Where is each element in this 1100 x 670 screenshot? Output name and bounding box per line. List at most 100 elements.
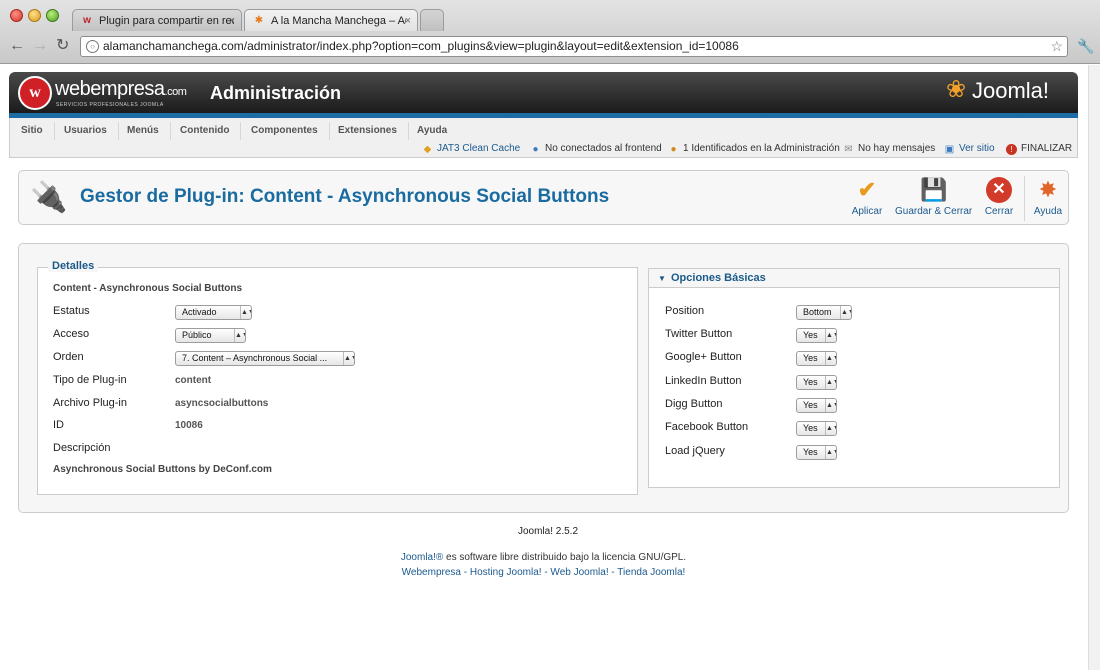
tab-title: Plugin para compartir en red — [99, 15, 234, 27]
details-fieldset: Detalles Content - Asynchronous Social B… — [37, 260, 638, 495]
plugin-name: Content - Asynchronous Social Buttons — [53, 283, 243, 294]
menu-menus[interactable]: Menús — [116, 122, 171, 140]
linkedin-button-select[interactable]: Yes ▲▼ — [796, 375, 837, 390]
digg-button-select[interactable]: Yes ▲▼ — [796, 398, 837, 413]
brand-subtitle: SERVICIOS PROFESIONALES JOOMLA — [56, 102, 164, 108]
license-text: Joomla!® es software libre distribuido b… — [0, 552, 1087, 563]
description-label: Descripción — [53, 442, 111, 454]
wrench-icon[interactable]: 🔧 — [1077, 38, 1094, 55]
joomla-favicon-icon: ✱ — [254, 15, 264, 26]
plugin-type-value: content — [175, 375, 212, 386]
minimize-window-button[interactable] — [28, 9, 41, 22]
joomla-link[interactable]: Joomla!® — [401, 552, 443, 563]
help-button[interactable]: ✸ Ayuda — [1033, 177, 1063, 221]
close-label: Cerrar — [984, 206, 1014, 217]
id-value: 10086 — [175, 420, 203, 431]
plugin-file-label: Archivo Plug-in — [53, 397, 127, 409]
reload-icon[interactable]: ↻ — [56, 38, 69, 54]
option-label: LinkedIn Button — [665, 375, 742, 387]
apply-button[interactable]: ✔ Aplicar — [851, 177, 883, 221]
users-icon: ● — [532, 144, 539, 155]
basic-options-header[interactable]: ▼ Opciones Básicas — [649, 269, 1059, 288]
new-tab-button[interactable] — [420, 9, 444, 31]
google-button-select[interactable]: Yes ▲▼ — [796, 351, 837, 366]
position-select[interactable]: Bottom ▲▼ — [796, 305, 852, 320]
page-title: Gestor de Plug-in: Content - Asynchronou… — [80, 186, 610, 207]
zoom-window-button[interactable] — [46, 9, 59, 22]
caret-down-icon: ▼ — [658, 274, 666, 283]
admin-header: w webempresa.com SERVICIOS PROFESIONALES… — [9, 72, 1078, 118]
option-label: Digg Button — [665, 398, 723, 410]
status-select-value: Activado — [182, 307, 217, 317]
joomla-logo-text: Joomla! — [972, 78, 1050, 103]
close-tab-icon[interactable]: × — [229, 10, 235, 31]
browser-tab-plugin[interactable]: w Plugin para compartir en red × — [72, 9, 242, 31]
jat3-clean-cache-link[interactable]: ◆ JAT3 Clean Cache — [422, 142, 521, 156]
menu-componentes[interactable]: Componentes — [240, 122, 330, 140]
menu-contenido[interactable]: Contenido — [169, 122, 242, 140]
joomla-logo-icon: ❀ — [946, 76, 967, 103]
option-label: Google+ Button — [665, 351, 742, 363]
tab-title: A la Mancha Manchega – Ad — [271, 15, 406, 27]
plugin-edit-form: Detalles Content - Asynchronous Social B… — [18, 243, 1069, 513]
menu-ayuda[interactable]: Ayuda — [406, 122, 458, 140]
forward-arrow-icon[interactable]: → — [32, 38, 48, 54]
apply-label: Aplicar — [851, 206, 883, 217]
browser-tab-admin[interactable]: ✱ A la Mancha Manchega – Ad × — [244, 9, 418, 31]
webempresa-logo-icon[interactable]: w — [18, 76, 52, 110]
menu-usuarios[interactable]: Usuarios — [53, 122, 119, 140]
save-close-button[interactable]: 💾 Guardar & Cerrar — [895, 177, 973, 221]
messages-status[interactable]: ✉ No hay mensajes — [843, 142, 935, 156]
address-bar[interactable]: ○ alamanchamanchega.com/administrator/in… — [80, 36, 1068, 57]
select-arrows-icon: ▲▼ — [825, 422, 836, 435]
select-arrows-icon: ▲▼ — [825, 329, 836, 342]
floppy-disk-icon: 💾 — [920, 177, 948, 202]
option-label: Twitter Button — [665, 328, 733, 340]
save-close-label: Guardar & Cerrar — [895, 206, 973, 217]
close-window-button[interactable] — [10, 9, 23, 22]
select-arrows-icon: ▲▼ — [343, 352, 354, 365]
cache-icon: ◆ — [423, 144, 432, 155]
scrollbar[interactable] — [1088, 65, 1100, 670]
webempresa-favicon-icon: w — [83, 15, 91, 26]
close-tab-icon[interactable]: × — [405, 10, 411, 31]
frontend-users-status: ● No conectados al frontend — [530, 142, 661, 156]
select-arrows-icon: ▲▼ — [825, 352, 836, 365]
status-select[interactable]: Activado ▲▼ — [175, 305, 252, 320]
back-arrow-icon[interactable]: ← — [9, 38, 25, 54]
access-select-value: Público — [182, 330, 212, 340]
footer-links[interactable]: Webempresa - Hosting Joomla! - Web Jooml… — [0, 567, 1087, 578]
option-select-value: Yes — [803, 377, 818, 387]
load-jquery-select[interactable]: Yes ▲▼ — [796, 445, 837, 460]
option-label: Position — [665, 305, 705, 317]
browser-chrome: w Plugin para compartir en red × ✱ A la … — [0, 0, 1100, 64]
facebook-button-select[interactable]: Yes ▲▼ — [796, 421, 837, 436]
order-select[interactable]: 7. Content – Asynchronous Social ... ▲▼ — [175, 351, 355, 366]
admin-menubar: Sitio Usuarios Menús Contenido Component… — [9, 118, 1078, 158]
monitor-icon: ▣ — [944, 144, 955, 155]
menu-extensiones[interactable]: Extensiones — [327, 122, 409, 140]
view-site-link[interactable]: ▣ Ver sitio — [944, 142, 995, 156]
access-select[interactable]: Público ▲▼ — [175, 328, 246, 343]
option-label: Load jQuery — [665, 445, 725, 457]
lifebuoy-icon: ✸ — [1038, 177, 1058, 202]
description-value: Asynchronous Social Buttons by DeConf.co… — [53, 464, 272, 475]
basic-options-title: Opciones Básicas — [671, 272, 766, 284]
option-select-value: Bottom — [803, 307, 832, 317]
select-arrows-icon: ▲▼ — [840, 306, 851, 319]
toolbar: 🔌 Gestor de Plug-in: Content - Asynchron… — [18, 170, 1069, 225]
access-label: Acceso — [53, 328, 90, 340]
select-arrows-icon: ▲▼ — [240, 306, 251, 319]
bookmark-star-icon[interactable]: ☆ — [1050, 37, 1063, 56]
order-select-value: 7. Content – Asynchronous Social ... — [182, 353, 328, 363]
brand-name: webempresa.com — [55, 78, 187, 100]
plugin-type-label: Tipo de Plug-in — [53, 374, 127, 386]
plugin-file-value: asyncsocialbuttons — [175, 398, 269, 409]
help-label: Ayuda — [1033, 206, 1063, 217]
checkmark-icon: ✔ — [857, 177, 877, 202]
close-button[interactable]: ✕ Cerrar — [983, 177, 1015, 221]
menu-sitio[interactable]: Sitio — [10, 122, 55, 140]
twitter-button-select[interactable]: Yes ▲▼ — [796, 328, 837, 343]
logout-link[interactable]: ! FINALIZAR — [1006, 142, 1072, 156]
joomla-version: Joomla! 2.5.2 — [517, 526, 579, 537]
